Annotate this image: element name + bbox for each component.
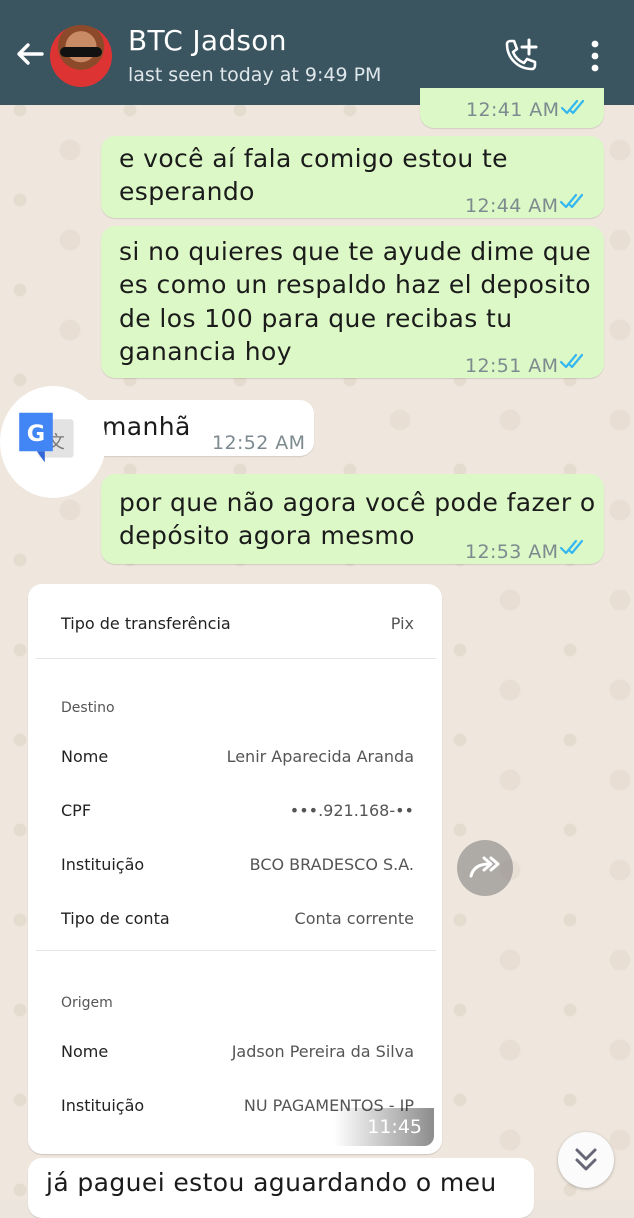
read-ticks-icon (559, 539, 584, 555)
image-message-time: 11:45 AM (334, 1108, 434, 1146)
receipt-label: Instituição (61, 1096, 145, 1115)
message-bubble-out[interactable]: e você aí fala comigo estou te esperando… (101, 136, 604, 218)
receipt-label: Instituição (61, 855, 145, 874)
receipt-row: Tipo de conta Conta corrente (36, 909, 436, 939)
message-time: 12:52 AM (212, 432, 306, 454)
message-time: 12:44 AM (465, 195, 559, 217)
message-text-line: por que não agora você pode fazer o (119, 488, 596, 517)
avatar-glasses (60, 47, 102, 57)
receipt-label: Nome (61, 1042, 109, 1061)
receipt-row: Nome Lenir Aparecida Aranda (36, 747, 436, 777)
transfer-receipt-image: Tipo de transferência Pix Destino Nome L… (36, 592, 436, 1148)
message-bubble-in[interactable]: manhã 12:52 AM (70, 400, 314, 456)
read-ticks-icon (559, 353, 584, 369)
message-text-line: es como un respaldo haz el deposito (119, 270, 591, 299)
receipt-label: Nome (61, 747, 109, 766)
message-bubble-in[interactable]: já paguei estou aguardando o meu (28, 1158, 534, 1218)
message-text-line: e você aí fala comigo estou te (119, 144, 508, 173)
receipt-row: Nome Jadson Pereira da Silva (36, 1042, 436, 1072)
receipt-divider (36, 950, 436, 951)
scroll-to-bottom-button[interactable] (558, 1132, 614, 1188)
add-call-icon[interactable] (500, 36, 542, 76)
message-bubble-out[interactable]: 12:41 AM (420, 88, 604, 128)
receipt-label: Tipo de transferência (61, 614, 231, 633)
forward-icon (469, 856, 500, 878)
receipt-value: Pix (390, 614, 414, 633)
receipt-value: •••.921.168-•• (289, 801, 414, 820)
contact-avatar[interactable] (50, 25, 112, 87)
receipt-row: CPF •••.921.168-•• (36, 801, 436, 831)
translate-badge[interactable]: 文 G (0, 386, 106, 498)
double-chevron-down-icon (575, 1148, 597, 1171)
receipt-value: Conta corrente (294, 909, 414, 928)
message-text: manhã (102, 412, 191, 441)
message-bubble-out[interactable]: si no quieres que te ayude dime que es c… (101, 226, 604, 378)
more-vert-icon[interactable] (585, 36, 605, 76)
message-text-line: ganancia hoy (119, 337, 292, 366)
message-text-line: si no quieres que te ayude dime que (119, 237, 592, 266)
last-seen-status: last seen today at 9:49 PM (128, 64, 382, 86)
image-message[interactable]: Tipo de transferência Pix Destino Nome L… (28, 584, 442, 1154)
contact-name[interactable]: BTC Jadson (128, 24, 287, 57)
read-ticks-icon (560, 99, 585, 115)
receipt-label: CPF (61, 801, 92, 820)
back-arrow-icon[interactable] (10, 34, 50, 74)
receipt-divider (36, 658, 436, 659)
receipt-value: Lenir Aparecida Aranda (226, 747, 414, 766)
svg-text:G: G (27, 421, 45, 447)
message-text-line: de los 100 para que recibas tu (119, 304, 513, 333)
receipt-section-destino: Destino (61, 700, 115, 716)
message-text: já paguei estou aguardando o meu (46, 1168, 497, 1197)
message-time: 12:53 AM (465, 541, 559, 563)
read-ticks-icon (559, 193, 584, 209)
receipt-row-tipo: Tipo de transferência Pix (36, 614, 436, 644)
google-translate-icon: 文 G (19, 412, 74, 463)
message-time: 12:51 AM (465, 355, 559, 377)
receipt-value: BCO BRADESCO S.A. (249, 855, 414, 874)
receipt-value: Jadson Pereira da Silva (231, 1042, 414, 1061)
receipt-section-origem: Origem (61, 995, 113, 1011)
message-text-line: esperando (119, 177, 255, 206)
message-bubble-out[interactable]: por que não agora você pode fazer o depó… (101, 474, 604, 564)
message-time: 12:41 AM (466, 99, 560, 121)
forward-button[interactable] (457, 840, 513, 896)
receipt-row: Instituição BCO BRADESCO S.A. (36, 855, 436, 885)
receipt-label: Tipo de conta (61, 909, 170, 928)
message-text-line: depósito agora mesmo (119, 521, 415, 550)
